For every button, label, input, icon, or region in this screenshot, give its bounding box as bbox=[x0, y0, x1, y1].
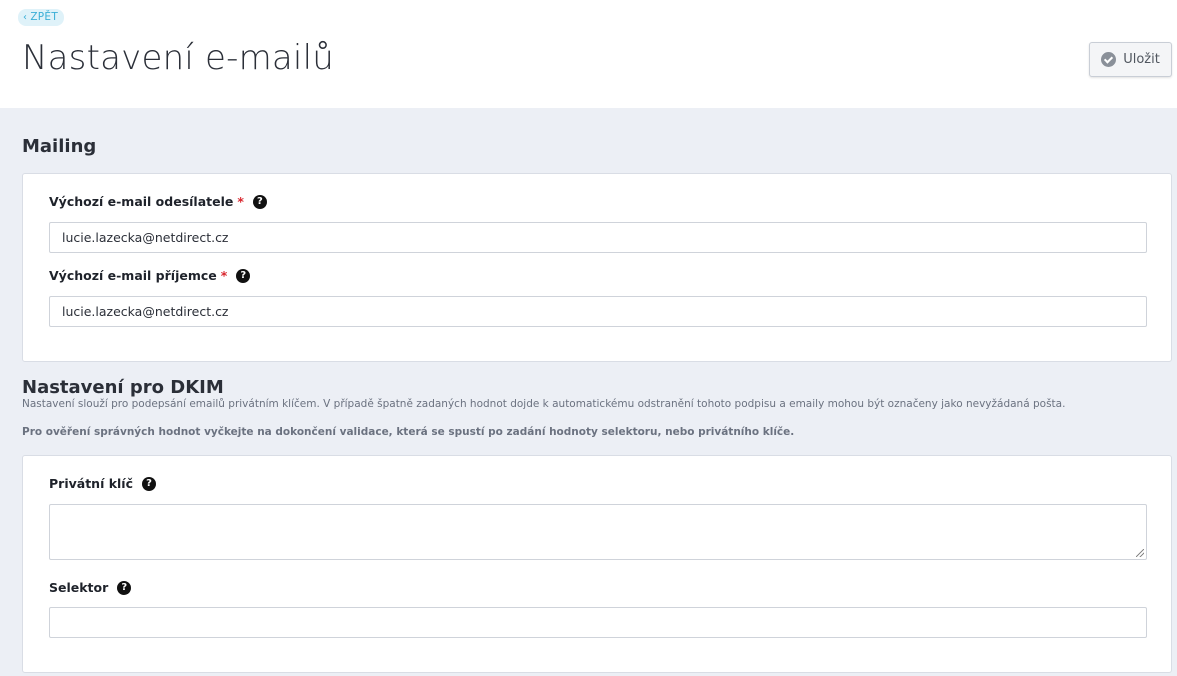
mailing-section-title: Mailing bbox=[22, 136, 97, 157]
sender-email-label: Výchozí e-mail odesílatele * ? bbox=[49, 194, 267, 209]
check-circle-icon bbox=[1101, 52, 1117, 67]
save-button[interactable]: Uložit bbox=[1089, 42, 1172, 77]
help-icon[interactable]: ? bbox=[252, 194, 267, 209]
resize-handle-icon[interactable] bbox=[1136, 549, 1144, 557]
help-icon[interactable]: ? bbox=[236, 268, 251, 283]
selector-label: Selektor ? bbox=[49, 580, 132, 595]
page-title: Nastavení e-mailů bbox=[22, 38, 334, 78]
sender-email-label-text: Výchozí e-mail odesílatele bbox=[49, 194, 234, 209]
required-mark: * bbox=[220, 268, 228, 283]
private-key-textarea[interactable] bbox=[49, 504, 1147, 560]
dkim-section-title: Nastavení pro DKIM bbox=[22, 377, 224, 398]
chevron-left-icon: ‹ bbox=[23, 12, 28, 23]
page-header: ‹ ZPĚT Nastavení e-mailů Uložit bbox=[0, 0, 1177, 108]
selector-label-text: Selektor bbox=[49, 580, 109, 595]
mailing-card: Výchozí e-mail odesílatele * ? lucie.laz… bbox=[22, 173, 1172, 362]
sender-email-input[interactable]: lucie.lazecka@netdirect.cz bbox=[49, 222, 1147, 253]
required-mark: * bbox=[237, 194, 244, 209]
back-label: ZPĚT bbox=[30, 11, 59, 23]
recipient-email-input[interactable]: lucie.lazecka@netdirect.cz bbox=[49, 296, 1147, 327]
private-key-label: Privátní klíč ? bbox=[49, 476, 156, 491]
recipient-email-label-text: Výchozí e-mail příjemce bbox=[49, 268, 217, 283]
dkim-validation-note: Pro ověření správných hodnot vyčkejte na… bbox=[22, 426, 795, 438]
help-icon[interactable]: ? bbox=[117, 580, 132, 595]
dkim-card: Privátní klíč ? Selektor ? bbox=[22, 455, 1172, 673]
recipient-email-label: Výchozí e-mail příjemce * ? bbox=[49, 268, 251, 283]
help-icon[interactable]: ? bbox=[142, 476, 156, 491]
private-key-label-text: Privátní klíč bbox=[49, 476, 133, 491]
save-label: Uložit bbox=[1123, 52, 1160, 67]
dkim-description: Nastavení slouží pro podepsání emailů pr… bbox=[22, 398, 1066, 410]
back-button[interactable]: ‹ ZPĚT bbox=[18, 9, 65, 26]
selector-input[interactable] bbox=[49, 607, 1147, 638]
